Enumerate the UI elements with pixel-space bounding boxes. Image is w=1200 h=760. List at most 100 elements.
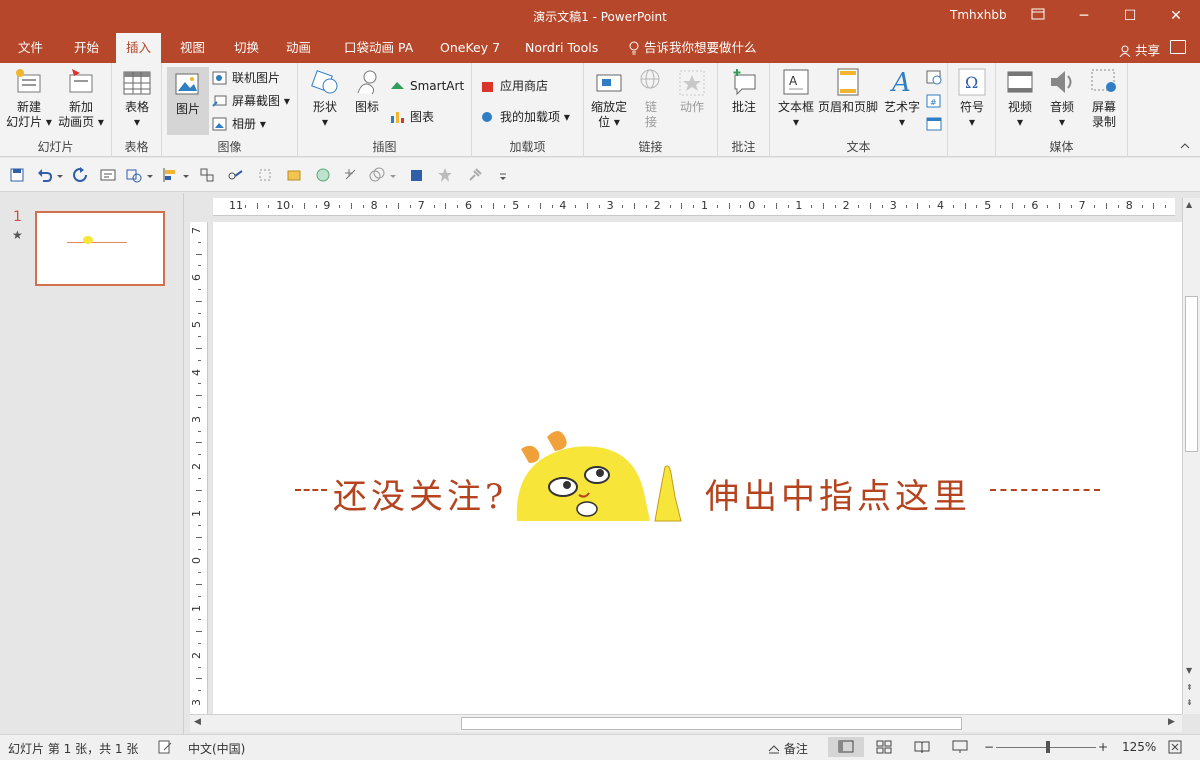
animation-path-icon[interactable] — [227, 167, 243, 183]
language-status[interactable]: 中文(中国) — [188, 740, 245, 757]
store-button[interactable]: 应用商店 — [480, 76, 548, 96]
text-box-button[interactable]: A 文本框 ▾ — [774, 67, 818, 130]
scroll-up-icon[interactable]: ▲ — [1186, 200, 1192, 209]
spelling-check-icon[interactable] — [158, 740, 172, 757]
tab-transitions[interactable]: 切换 — [224, 33, 269, 63]
follow-banner[interactable]: 还没关注? 伸出中指点这里 — [295, 427, 1100, 522]
redo-icon[interactable] — [72, 167, 88, 183]
reading-view-icon[interactable] — [914, 740, 930, 757]
collapse-ribbon-icon[interactable] — [1180, 138, 1190, 152]
vertical-scrollbar[interactable]: ▲ ▼ ⇞ ⇟ — [1182, 198, 1200, 714]
zoom-slider-thumb[interactable] — [1046, 741, 1050, 753]
undo-icon[interactable] — [37, 167, 53, 183]
shapes-button[interactable]: 形状 ▾ — [306, 67, 344, 130]
fill-color-icon[interactable] — [286, 167, 302, 183]
object-icon[interactable] — [926, 116, 942, 132]
slide-canvas[interactable]: 还没关注? 伸出中指点这里 — [213, 222, 1182, 714]
normal-view-button[interactable] — [828, 737, 864, 757]
merge-shapes-icon[interactable] — [369, 167, 385, 183]
ruler-label: 2 — [190, 463, 203, 470]
scroll-right-icon[interactable]: ▶ — [1168, 717, 1175, 727]
minimize-button[interactable]: ─ — [1061, 0, 1107, 33]
slide-number-icon[interactable]: # — [926, 93, 942, 109]
zoom-out-icon[interactable]: − — [984, 740, 994, 754]
slide-sorter-icon[interactable] — [876, 740, 892, 757]
shape-dropdown-icon[interactable] — [146, 167, 154, 183]
notes-button[interactable]: 备注 — [768, 740, 808, 757]
align-icon[interactable] — [162, 167, 178, 183]
scroll-left-icon[interactable]: ◀ — [194, 717, 201, 727]
customize-toolbar-icon[interactable] — [498, 167, 508, 183]
ribbon-display-options-icon[interactable] — [1015, 0, 1061, 33]
new-animation-page-button[interactable]: 新加 动画页 ▾ — [56, 67, 106, 130]
merge-dropdown-icon[interactable] — [389, 167, 397, 183]
wordart-button[interactable]: A 艺术字 ▾ — [882, 67, 922, 130]
horizontal-scroll-thumb[interactable] — [461, 717, 962, 730]
action-button[interactable]: 动作 — [672, 67, 712, 115]
my-addins-button[interactable]: 我的加载项 ▾ — [480, 107, 570, 127]
zoom-level[interactable]: 125% — [1122, 740, 1156, 754]
action-label: 动作 — [679, 100, 704, 114]
shape-quick-icon[interactable] — [126, 167, 142, 183]
zoom-button[interactable]: 缩放定 位 ▾ — [588, 67, 630, 130]
header-footer-button[interactable]: 页眉和页脚 — [816, 67, 880, 115]
crop-icon[interactable] — [257, 167, 273, 183]
ruler-tick — [1106, 203, 1108, 209]
photo-album-button[interactable]: 相册 ▾ — [212, 114, 266, 134]
tab-animations[interactable]: 动画 — [276, 33, 321, 63]
previous-slide-icon[interactable]: ⇞ — [1186, 683, 1193, 692]
tab-pocket-animation[interactable]: 口袋动画 PA — [334, 33, 423, 63]
date-time-icon[interactable] — [926, 69, 942, 85]
picture-button[interactable]: 图片 — [167, 67, 209, 135]
fit-to-window-icon[interactable] — [1168, 740, 1182, 757]
screenshot-button[interactable]: 屏幕截图 ▾ — [212, 91, 290, 111]
screen-recording-button[interactable]: 屏幕 录制 — [1084, 67, 1124, 130]
chart-button[interactable]: 图表 — [390, 107, 434, 127]
user-name[interactable]: Tmhxhbb — [950, 8, 1007, 22]
tell-me-search[interactable]: 告诉我你想要做什么 — [622, 33, 767, 63]
comments-icon[interactable] — [1170, 40, 1186, 54]
text-box-quick-icon[interactable] — [100, 167, 116, 183]
online-pictures-label: 联机图片 — [232, 71, 281, 85]
circle-shape-icon[interactable] — [315, 167, 331, 183]
online-pictures-button[interactable]: 联机图片 — [212, 68, 280, 88]
pin-icon[interactable] — [467, 167, 483, 183]
tab-nordri-tools[interactable]: Nordri Tools — [515, 33, 608, 63]
audio-button[interactable]: 音频 ▾ — [1042, 67, 1082, 130]
edit-points-icon[interactable] — [343, 167, 359, 183]
banner-left-text: 还没关注? — [333, 477, 508, 517]
zoom-in-icon[interactable]: + — [1098, 740, 1108, 754]
slideshow-view-icon[interactable] — [952, 740, 968, 757]
tab-onekey[interactable]: OneKey 7 — [430, 33, 510, 63]
link-button[interactable]: 链 接 — [634, 67, 668, 130]
vertical-scroll-thumb[interactable] — [1185, 296, 1198, 452]
scroll-down-icon[interactable]: ▼ — [1186, 666, 1192, 675]
horizontal-scrollbar[interactable]: ◀ ▶ — [190, 714, 1182, 732]
tab-view[interactable]: 视图 — [170, 33, 215, 63]
close-button[interactable]: ✕ — [1153, 0, 1199, 33]
undo-dropdown-icon[interactable] — [56, 167, 64, 183]
symbol-button[interactable]: Ω 符号 ▾ — [954, 67, 990, 130]
icons-button[interactable]: 图标 — [348, 67, 386, 115]
share-button[interactable]: 共享 — [1119, 40, 1160, 59]
comment-button[interactable]: 批注 — [724, 67, 764, 115]
ruler-tick — [681, 203, 683, 209]
distribute-icon[interactable] — [199, 167, 215, 183]
tab-home[interactable]: 开始 — [64, 33, 109, 63]
ruler-tick — [351, 203, 352, 209]
rectangle-shape-icon[interactable] — [408, 167, 424, 183]
save-icon[interactable] — [9, 167, 25, 183]
align-dropdown-icon[interactable] — [182, 167, 190, 183]
next-slide-icon[interactable]: ⇟ — [1186, 698, 1193, 707]
effects-icon[interactable] — [437, 167, 453, 183]
tab-file[interactable]: 文件 — [8, 33, 53, 63]
video-button[interactable]: 视频 ▾ — [1000, 67, 1040, 130]
banner-right-text: 伸出中指点这里 — [705, 477, 971, 517]
slide-thumbnail[interactable] — [35, 211, 165, 286]
maximize-button[interactable]: ☐ — [1107, 0, 1153, 33]
smartart-button[interactable]: SmartArt — [390, 76, 464, 96]
slide-number: 1 — [13, 209, 22, 225]
tab-insert[interactable]: 插入 — [116, 33, 162, 64]
table-button[interactable]: 表格 ▾ — [118, 67, 156, 130]
new-slide-button[interactable]: 新建 幻灯片 ▾ — [6, 67, 52, 130]
